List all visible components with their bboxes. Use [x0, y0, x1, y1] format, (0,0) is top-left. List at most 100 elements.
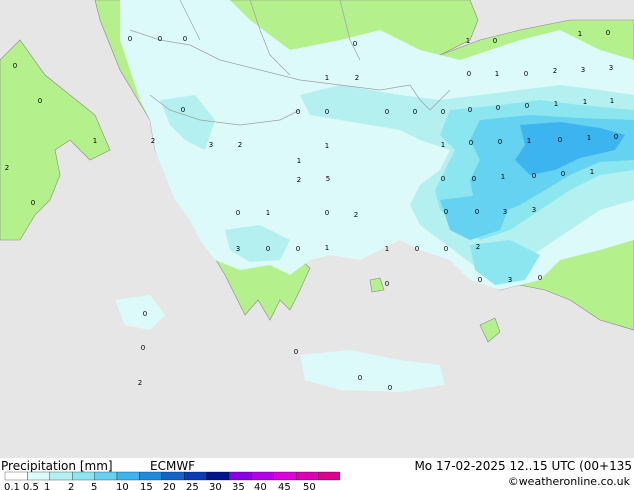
legend-swatch — [72, 471, 95, 481]
legend-swatch — [139, 471, 162, 481]
precip-value-label: 0 — [478, 276, 482, 284]
precip-value-label: 1 — [590, 168, 594, 176]
precip-value-label: 0 — [325, 108, 329, 116]
legend-tick-label: 20 — [163, 482, 176, 490]
precip-value-label: 0 — [266, 245, 270, 253]
precip-value-label: 1 — [441, 141, 445, 149]
precip-value-label: 0 — [385, 280, 389, 288]
precip-value-label: 2 — [5, 164, 9, 172]
precip-value-label: 0 — [141, 344, 145, 352]
precip-value-label: 0 — [441, 108, 445, 116]
legend-swatch — [27, 471, 50, 481]
precip-value-label: 0 — [498, 138, 502, 146]
precip-value-label: 3 — [503, 208, 507, 216]
precip-value-label: 0 — [415, 245, 419, 253]
precip-value-label: 1 — [610, 97, 614, 105]
precip-value-label: 1 — [495, 70, 499, 78]
precip-value-label: 0 — [181, 106, 185, 114]
legend-swatch — [251, 471, 274, 481]
precip-value-label: 5 — [326, 175, 330, 183]
precip-value-label: 0 — [358, 374, 362, 382]
legend-tick-label: 15 — [140, 482, 153, 490]
precipitation-map: 0 0 0 0 1 0 1 0 0 1 2 0 1 0 2 3 3 0 0 0 0 0 0 0 0 0 0 1 1 1 1 2 3 2 1 1 0 0 1 0… — [0, 0, 634, 458]
precip-value-label: 0 — [38, 97, 42, 105]
legend-tick-label: 25 — [186, 482, 199, 490]
precip-value-label: 2 — [553, 67, 557, 75]
legend-tick-label: 50 — [303, 482, 316, 490]
precip-value-label: 0 — [128, 35, 132, 43]
precip-value-label: 0 — [525, 102, 529, 110]
precip-value-label: 1 — [266, 209, 270, 217]
precip-value-label: 1 — [325, 142, 329, 150]
precip-value-label: 0 — [472, 175, 476, 183]
precip-value-label: 2 — [138, 379, 142, 387]
precip-value-label: 0 — [413, 108, 417, 116]
precip-value-label: 3 — [209, 141, 213, 149]
legend-swatch — [49, 471, 73, 481]
legend-tick-label: 0.1 — [4, 482, 20, 490]
legend-swatch — [228, 471, 252, 481]
precip-value-label: 1 — [325, 244, 329, 252]
precip-value-label: 1 — [578, 30, 582, 38]
legend-tick-label: 0.5 — [23, 482, 39, 490]
precip-value-label: 0 — [296, 245, 300, 253]
precip-value-label: 1 — [554, 100, 558, 108]
legend-swatch — [296, 471, 319, 481]
precip-value-label: 2 — [297, 176, 301, 184]
precip-value-label: 0 — [388, 384, 392, 392]
precip-value-label: 1 — [587, 134, 591, 142]
precip-value-label: 1 — [297, 157, 301, 165]
precip-value-label: 1 — [325, 74, 329, 82]
precip-value-label: 0 — [13, 62, 17, 70]
precip-value-label: 0 — [353, 40, 357, 48]
precip-value-label: 2 — [354, 211, 358, 219]
precip-value-label: 3 — [581, 66, 585, 74]
precip-value-label: 0 — [158, 35, 162, 43]
precip-value-label: 0 — [296, 108, 300, 116]
legend-tick-label: 10 — [116, 482, 129, 490]
precip-value-label: 0 — [532, 172, 536, 180]
legend-swatch — [94, 471, 118, 481]
precip-value-label: 2 — [151, 137, 155, 145]
precip-value-label: 2 — [476, 243, 480, 251]
precip-value-label: 3 — [236, 245, 240, 253]
legend-tick-label: 30 — [209, 482, 222, 490]
precip-value-label: 0 — [385, 108, 389, 116]
precip-value-label: 3 — [532, 206, 536, 214]
precip-value-label: 0 — [31, 199, 35, 207]
legend-tick-label: 45 — [278, 482, 291, 490]
precip-value-label: 1 — [93, 137, 97, 145]
legend-tick-label: 5 — [91, 482, 97, 490]
precip-value-label: 0 — [467, 70, 471, 78]
precip-value-label: 0 — [143, 310, 147, 318]
precip-value-label: 0 — [496, 104, 500, 112]
precip-value-label: 0 — [325, 209, 329, 217]
legend-tick-label: 40 — [254, 482, 267, 490]
legend-tick-label: 35 — [232, 482, 245, 490]
precip-value-label: 3 — [609, 64, 613, 72]
legend-swatch — [318, 471, 340, 481]
precip-value-label: 0 — [538, 274, 542, 282]
map-footer: Precipitation [mm] ECMWF Mo 17-02-2025 1… — [0, 458, 634, 490]
precip-value-label: 0 — [524, 70, 528, 78]
precip-value-label: 3 — [508, 276, 512, 284]
precip-value-label: 1 — [385, 245, 389, 253]
legend-tick-label: 2 — [68, 482, 74, 490]
legend-swatch — [273, 471, 297, 481]
precip-value-label: 2 — [238, 141, 242, 149]
precip-value-label: 0 — [294, 348, 298, 356]
precip-value-label: 1 — [583, 98, 587, 106]
precip-value-label: 0 — [561, 170, 565, 178]
precip-value-label: 0 — [614, 133, 618, 141]
precip-value-label: 0 — [236, 209, 240, 217]
legend-swatch — [206, 471, 230, 481]
precip-value-label: 2 — [355, 74, 359, 82]
precip-value-label: 1 — [466, 37, 470, 45]
precip-value-label: 0 — [183, 35, 187, 43]
precip-value-label: 0 — [441, 175, 445, 183]
precip-value-label: 0 — [493, 37, 497, 45]
legend-swatch — [161, 471, 185, 481]
legend-tick-label: 1 — [44, 482, 50, 490]
precip-value-label: 1 — [527, 137, 531, 145]
precip-value-label: 0 — [444, 208, 448, 216]
